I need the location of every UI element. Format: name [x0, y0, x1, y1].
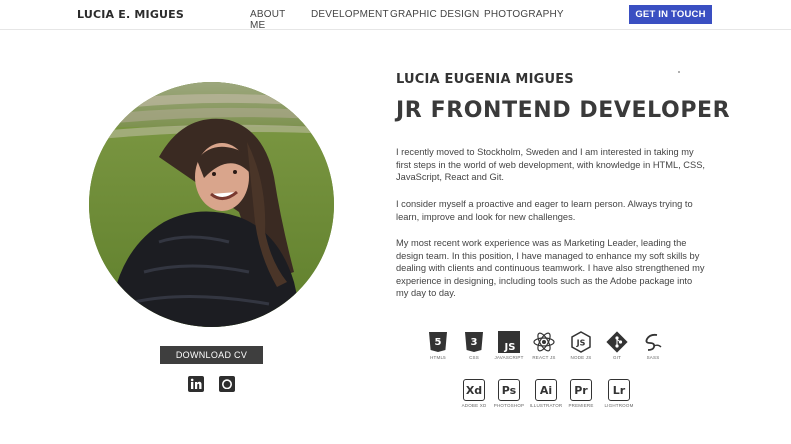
- illustrator-icon: Ai: [535, 379, 557, 401]
- git-icon: [606, 331, 628, 353]
- skill-label: CSS: [469, 355, 479, 360]
- svg-text:JS: JS: [504, 342, 516, 353]
- skill-illustrator: Ai ILLUSTRATOR: [526, 379, 566, 408]
- css3-icon: 3: [465, 332, 483, 352]
- skill-lightroom: Lr LIGHTROOM: [599, 379, 639, 408]
- github-icon[interactable]: [219, 376, 235, 392]
- get-in-touch-button[interactable]: GET IN TOUCH: [629, 5, 712, 24]
- decorative-dot: [678, 71, 680, 73]
- skill-label: SASS: [646, 355, 660, 360]
- nav-link-photography[interactable]: PHOTOGRAPHY: [484, 9, 564, 20]
- skill-label: HTML5: [430, 355, 446, 360]
- skill-label: PREMIERE: [568, 403, 594, 408]
- full-name: LUCIA EUGENIA MIGUES: [396, 72, 574, 87]
- skill-photoshop: Ps PHOTOSHOP: [489, 379, 529, 408]
- skill-label: ADOBE XD: [461, 403, 487, 408]
- skill-css: 3 CSS: [454, 331, 494, 360]
- nav-link-development[interactable]: DEVELOPMENT: [311, 9, 389, 20]
- skill-label: GIT: [612, 355, 622, 360]
- skill-label: LIGHTROOM: [604, 403, 634, 408]
- html5-icon: 5: [429, 332, 447, 352]
- skill-label: NODE JS: [570, 355, 592, 360]
- js-icon: JS: [498, 331, 520, 353]
- job-title: JR FRONTEND DEVELOPER: [396, 98, 731, 123]
- photoshop-icon: Ps: [498, 379, 520, 401]
- skill-label: REACT JS: [532, 355, 556, 360]
- svg-text:5: 5: [435, 337, 442, 348]
- intro-paragraph: My most recent work experience was as Ma…: [396, 238, 705, 299]
- skill-nodejs: JS NODE JS: [561, 331, 601, 360]
- intro-paragraph: I recently moved to Stockholm, Sweden an…: [396, 147, 706, 183]
- nav-link-about-me[interactable]: ABOUT ME: [250, 9, 285, 31]
- skill-premiere: Pr PREMIERE: [561, 379, 601, 408]
- skill-sass: SASS: [633, 331, 673, 360]
- profile-photo: [89, 82, 334, 327]
- svg-text:3: 3: [471, 337, 478, 348]
- skill-javascript: JS JAVASCRIPT: [489, 331, 529, 360]
- nav-link-graphic-design[interactable]: GRAPHIC DESIGN: [390, 9, 480, 20]
- skill-react: REACT JS: [524, 331, 564, 360]
- download-cv-button[interactable]: DOWNLOAD CV: [160, 346, 263, 364]
- skill-git: GIT: [597, 331, 637, 360]
- brand-logo[interactable]: LUCIA E. MIGUES: [77, 8, 184, 21]
- premiere-icon: Pr: [570, 379, 592, 401]
- nodejs-icon: JS: [571, 331, 591, 353]
- top-nav: LUCIA E. MIGUES ABOUT ME DEVELOPMENT GRA…: [0, 0, 791, 31]
- sass-icon: [645, 333, 662, 351]
- skill-label: PHOTOSHOP: [493, 403, 525, 408]
- skill-adobe-xd: Xd ADOBE XD: [454, 379, 494, 408]
- react-icon: [533, 332, 555, 352]
- lightroom-icon: Lr: [608, 379, 630, 401]
- intro-paragraph: I consider myself a proactive and eager …: [396, 199, 693, 222]
- linkedin-icon[interactable]: [188, 376, 204, 392]
- svg-text:JS: JS: [576, 339, 586, 348]
- skill-label: JAVASCRIPT: [494, 355, 524, 360]
- skill-label: ILLUSTRATOR: [529, 403, 563, 408]
- adobe-xd-icon: Xd: [463, 379, 485, 401]
- skill-html5: 5 HTML5: [418, 331, 458, 360]
